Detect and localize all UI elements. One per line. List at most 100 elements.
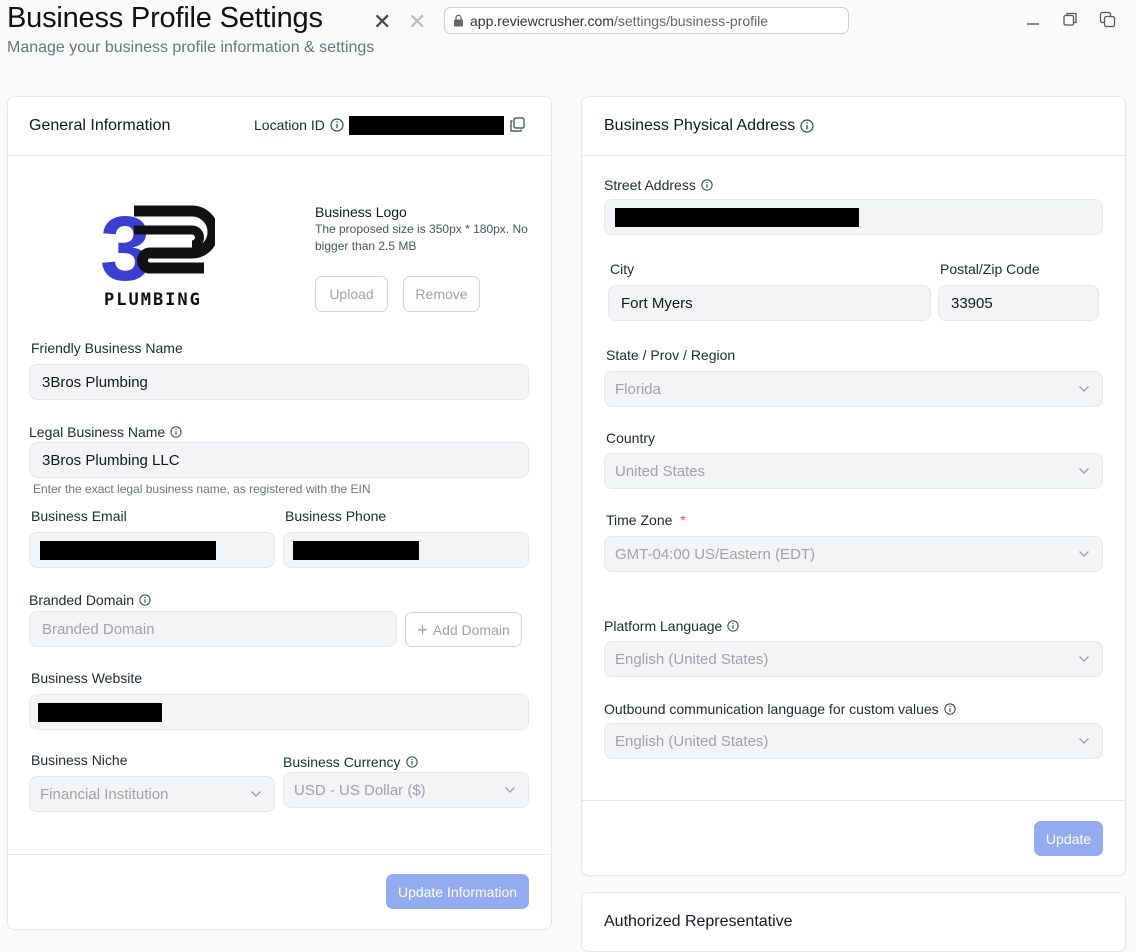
location-id-label: Location ID	[254, 117, 344, 133]
upload-button[interactable]: Upload	[315, 276, 388, 312]
friendly-name-input[interactable]: 3Bros Plumbing	[29, 364, 529, 400]
chevron-down-icon	[250, 790, 262, 798]
legal-name-label: Legal Business Name	[29, 424, 182, 440]
friendly-name-label: Friendly Business Name	[31, 340, 183, 356]
update-information-button[interactable]: Update Information	[386, 874, 529, 909]
add-domain-button[interactable]: + Add Domain	[405, 612, 522, 647]
business-logo-title: Business Logo	[315, 204, 407, 220]
state-label: State / Prov / Region	[606, 347, 736, 363]
legal-name-text: Legal Business Name	[29, 424, 166, 440]
country-value: United States	[615, 462, 706, 480]
business-logo-image: 3 PLUMBING	[100, 198, 219, 313]
business-niche-select[interactable]: Financial Institution	[29, 776, 275, 812]
platform-language-value: English (United States)	[615, 650, 769, 668]
remove-button[interactable]: Remove	[403, 276, 480, 312]
business-email-label: Business Email	[31, 508, 127, 524]
business-address-title-text: Business Physical Address	[604, 117, 796, 134]
street-address-input[interactable]	[604, 199, 1103, 235]
duplicate-icon[interactable]	[1098, 10, 1116, 28]
state-select[interactable]: Florida	[604, 371, 1103, 407]
business-phone-label: Business Phone	[285, 508, 387, 524]
business-address-title: Business Physical Address	[604, 117, 814, 135]
copy-icon[interactable]	[510, 117, 525, 132]
chevron-down-icon	[1078, 737, 1090, 745]
branded-domain-label: Branded Domain	[29, 592, 151, 608]
outbound-language-label: Outbound communication language for cust…	[604, 701, 956, 717]
zip-code-input[interactable]: 33905	[938, 285, 1099, 321]
chevron-down-icon	[1078, 655, 1090, 663]
legal-name-hint: Enter the exact legal business name, as …	[33, 482, 371, 496]
business-currency-value: USD - US Dollar ($)	[294, 781, 426, 799]
phone-value-redacted	[293, 540, 419, 560]
chevron-down-icon	[1078, 550, 1090, 558]
platform-language-label: Platform Language	[604, 618, 739, 634]
street-value-redacted	[615, 207, 859, 227]
close-icon-disabled: ✕	[408, 9, 427, 34]
chevron-down-icon	[1078, 467, 1090, 475]
lock-icon	[453, 14, 464, 27]
business-email-input[interactable]	[29, 532, 275, 568]
location-id-value-redacted	[349, 116, 504, 135]
city-label: City	[610, 261, 635, 277]
close-icon[interactable]: ✕	[373, 11, 391, 33]
card-divider	[582, 155, 1125, 156]
business-niche-value: Financial Institution	[40, 785, 169, 803]
url-path: /settings/business-profile	[613, 12, 769, 29]
outbound-language-text: Outbound communication language for cust…	[604, 701, 939, 717]
logo-hint-line1: The proposed size is 350px * 180px. No	[315, 222, 528, 236]
authorized-representative-title: Authorized Representative	[604, 913, 793, 930]
info-icon	[139, 594, 151, 606]
info-icon	[943, 703, 956, 715]
branded-domain-text: Branded Domain	[29, 592, 135, 608]
business-currency-select[interactable]: USD - US Dollar ($)	[283, 772, 529, 808]
chevron-down-icon	[504, 786, 516, 794]
branded-domain-input[interactable]: Branded Domain	[29, 611, 397, 647]
platform-language-select[interactable]: English (United States)	[604, 641, 1103, 677]
info-icon	[727, 620, 739, 632]
logo-wordmark: PLUMBING	[104, 290, 202, 310]
card-divider	[582, 800, 1125, 801]
info-icon	[800, 119, 814, 133]
timezone-select[interactable]: GMT-04:00 US/Eastern (EDT)	[604, 536, 1103, 572]
business-currency-label: Business Currency	[283, 754, 418, 770]
business-phone-input[interactable]	[283, 532, 529, 568]
timezone-text: Time Zone	[606, 512, 673, 528]
business-niche-label: Business Niche	[31, 752, 128, 768]
required-marker: *	[680, 512, 686, 528]
street-address-text: Street Address	[604, 177, 696, 193]
plus-icon: +	[417, 619, 428, 640]
card-divider	[8, 854, 551, 855]
outbound-language-select[interactable]: English (United States)	[604, 723, 1103, 759]
website-value-redacted	[38, 702, 162, 722]
city-input[interactable]: Fort Myers	[608, 285, 931, 321]
country-select[interactable]: United States	[604, 453, 1103, 489]
info-icon	[405, 756, 418, 768]
update-address-button[interactable]: Update	[1034, 821, 1103, 856]
general-information-title: General Information	[29, 117, 171, 134]
legal-name-input[interactable]: 3Bros Plumbing LLC	[29, 442, 529, 478]
outbound-language-value: English (United States)	[615, 732, 769, 750]
card-divider	[8, 155, 551, 156]
restore-icon[interactable]	[1061, 10, 1079, 28]
business-website-label: Business Website	[31, 670, 143, 686]
add-domain-label: Add Domain	[432, 621, 510, 638]
logo-hint-line2: bigger than 2.5 MB	[315, 239, 417, 253]
info-icon	[701, 179, 713, 191]
business-currency-text: Business Currency	[283, 754, 401, 770]
street-address-label: Street Address	[604, 177, 713, 193]
address-bar[interactable]: app.reviewcrusher.com/settings/business-…	[444, 7, 849, 34]
timezone-value: GMT-04:00 US/Eastern (EDT)	[615, 545, 816, 563]
country-label: Country	[606, 430, 656, 446]
state-value: Florida	[615, 380, 661, 398]
email-value-redacted	[40, 540, 216, 560]
business-website-input[interactable]	[29, 694, 529, 730]
zip-code-label: Postal/Zip Code	[940, 261, 1040, 277]
info-icon	[170, 426, 182, 438]
page-subtitle: Manage your business profile information…	[7, 39, 375, 56]
info-icon	[330, 118, 344, 132]
url-domain: app.reviewcrusher.com	[470, 12, 614, 29]
page-title: Business Profile Settings	[7, 2, 323, 34]
chevron-down-icon	[1078, 385, 1090, 393]
minimize-icon[interactable]	[1024, 10, 1042, 28]
platform-language-text: Platform Language	[604, 618, 723, 634]
